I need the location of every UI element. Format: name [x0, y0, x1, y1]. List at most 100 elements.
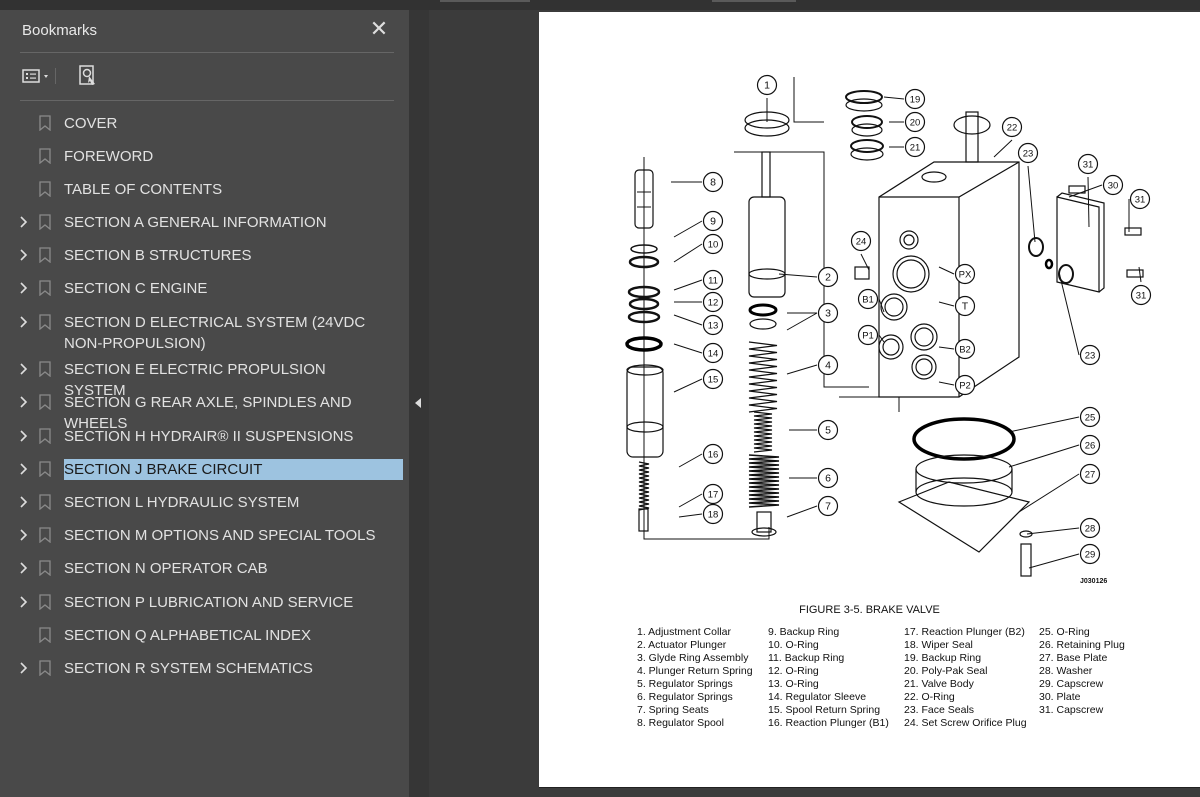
legend-entry: 10. O-Ring: [768, 639, 819, 651]
callout-label: T: [962, 301, 969, 313]
chevron-right-icon[interactable]: [17, 359, 31, 379]
face-seal: [1058, 264, 1074, 284]
figure-line: [626, 421, 664, 433]
guide-line: [839, 396, 900, 412]
leader-line: [860, 253, 870, 271]
bookmark-label: TABLE OF CONTENTS: [64, 181, 223, 198]
callout-label: 29: [1085, 550, 1096, 561]
legend-entry: 31. Capscrew: [1039, 704, 1104, 716]
valve-port: [882, 338, 900, 356]
capscrew: [1124, 227, 1142, 236]
callout-bubble: 15: [702, 368, 724, 390]
chevron-right-icon[interactable]: [17, 245, 31, 265]
bookmark-label: SECTION A GENERAL INFORMATION: [64, 214, 327, 231]
callout-bubble: 12: [702, 291, 724, 313]
callout-label: 11: [708, 276, 718, 287]
bookmark-icon: [39, 461, 51, 477]
legend-entry: 23. Face Seals: [904, 704, 975, 716]
legend-column: 1. Adjustment Collar 2. Actuator Plunger 3…: [637, 626, 753, 730]
callout-label: 20: [910, 118, 921, 129]
callout-label: 23: [1085, 351, 1096, 362]
capscrew: [1020, 543, 1032, 577]
document-gutter: [429, 10, 539, 797]
tab-strip-segment: [440, 0, 530, 2]
leader-line: [673, 343, 703, 354]
leader-line: [678, 453, 703, 468]
find-bookmark-button[interactable]: [77, 64, 101, 88]
guide-line: [734, 151, 869, 388]
bookmark-label: SECTION Q ALPHABETICAL INDEX: [64, 627, 312, 644]
leader-line: [673, 378, 703, 393]
callout-label: 25: [1085, 413, 1096, 424]
chevron-right-icon[interactable]: [17, 492, 31, 512]
legend-entry: 27. Base Plate: [1039, 652, 1108, 664]
leader-line: [673, 243, 703, 263]
callout-label: 10: [708, 240, 719, 251]
find-bookmark-icon: [79, 65, 95, 85]
leader-line: [1018, 473, 1080, 513]
chevron-right-icon[interactable]: [17, 212, 31, 232]
close-icon[interactable]: ✕: [368, 18, 390, 40]
glyde-ring: [748, 303, 778, 317]
chevron-right-icon[interactable]: [17, 592, 31, 612]
base-plate: [897, 481, 1031, 553]
callout-bubble: 25: [1079, 406, 1101, 428]
chevron-right-icon[interactable]: [17, 525, 31, 545]
callout-bubble: 11: [702, 269, 724, 291]
legend-entry: 4. Plunger Return Spring: [637, 665, 753, 677]
bookmark-label: SECTION R SYSTEM SCHEMATICS: [64, 660, 313, 677]
panel-splitter[interactable]: [409, 10, 429, 797]
callout-label: 31: [1135, 195, 1146, 206]
leader-line: [938, 346, 955, 350]
bookmark-label: SECTION B STRUCTURES: [64, 247, 252, 264]
callout-bubble: 9: [702, 210, 724, 232]
callout-bubble: 23: [1079, 344, 1101, 366]
chevron-right-icon[interactable]: [17, 558, 31, 578]
leader-line: [1138, 266, 1142, 283]
callout-label: 5: [825, 425, 831, 437]
chevron-right-icon[interactable]: [17, 278, 31, 298]
legend-entry: 11. Backup Ring: [768, 652, 845, 664]
leader-line: [938, 301, 955, 307]
legend-entry: 19. Backup Ring: [904, 652, 982, 664]
leader-line: [673, 279, 703, 291]
chevron-right-icon[interactable]: [17, 312, 31, 332]
callout-bubble: T: [954, 295, 976, 317]
leader-line: [938, 266, 955, 275]
leader-line: [1027, 165, 1036, 243]
callout-bubble: 7: [817, 495, 839, 517]
bookmark-label: SECTION H HYDRAIR® II SUSPENSIONS: [64, 428, 354, 445]
callout-label: 24: [856, 237, 867, 248]
bookmark-label: SECTION C ENGINE: [64, 280, 208, 297]
actuator-plunger: [748, 196, 786, 298]
callout-bubble: 20: [904, 111, 926, 133]
callout-label: 1: [764, 80, 770, 92]
collapse-panel-icon[interactable]: [415, 398, 421, 408]
bookmark-icon: [39, 361, 51, 377]
callout-label: 6: [825, 473, 831, 485]
brake-valve-figure: 1234567891011121314151617181920212223232…: [625, 74, 1152, 577]
legend-entry: 15. Spool Return Spring: [768, 704, 881, 716]
legend-entry: 20. Poly-Pak Seal: [904, 665, 988, 677]
bookmark-icon: [39, 247, 51, 263]
chevron-right-icon[interactable]: [17, 459, 31, 479]
list-options-icon: [22, 68, 56, 84]
document-page: 1 2 3 4 5 6 7 8 9 10 11 12 13 14 15 16 17 18 19 20 21 22 23 23 2…: [539, 12, 1200, 788]
legend-column: 17. Reaction Plunger (B2) 18. Wiper Seal 1…: [904, 626, 1027, 730]
chevron-right-icon[interactable]: [17, 658, 31, 678]
options-menu-button[interactable]: [22, 66, 62, 86]
callout-bubble: 6: [817, 467, 839, 489]
chevron-right-icon[interactable]: [17, 392, 31, 412]
callout-label: 22: [1007, 123, 1018, 134]
callout-bubble: 23: [1017, 142, 1039, 164]
callout-label: 31: [1083, 160, 1094, 171]
legend-entry: 30. Plate: [1039, 691, 1081, 703]
callout-label: 16: [708, 450, 719, 461]
leader-line: [938, 381, 955, 386]
callout-label: 2: [825, 272, 831, 284]
chevron-right-icon[interactable]: [17, 426, 31, 446]
legend-entry: 2. Actuator Plunger: [637, 639, 727, 651]
callout-bubble: 22: [1001, 116, 1023, 138]
callout-bubble: 29: [1079, 543, 1101, 565]
figure-line: [1056, 192, 1105, 293]
